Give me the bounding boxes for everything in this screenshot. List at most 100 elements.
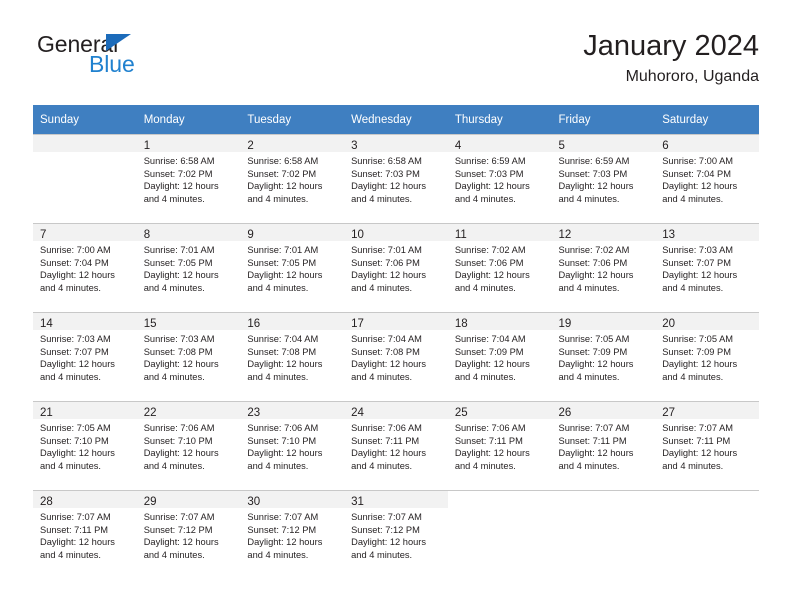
sunrise-text: Sunrise: 7:04 AM bbox=[247, 334, 319, 344]
day-number: 18 bbox=[454, 318, 468, 330]
sunset-text: Sunset: 7:10 PM bbox=[247, 435, 317, 446]
day-details: Sunrise: 7:05 AM Sunset: 7:09 PM Daylight:… bbox=[655, 330, 759, 383]
day-number: 7 bbox=[40, 229, 47, 241]
sunset-text: Sunset: 7:11 PM bbox=[558, 435, 627, 446]
calendar-day-cell[interactable]: 22 Sunrise: 7:06 AM Sunset: 7:10 PM Dayligh… bbox=[136, 401, 241, 490]
day-details: Sunrise: 7:04 AM Sunset: 7:09 PM Daylight:… bbox=[448, 330, 552, 383]
daylight-text-line2: and 4 minutes. bbox=[247, 371, 309, 382]
sunrise-text: Sunrise: 7:02 AM bbox=[558, 245, 630, 255]
day-number: 28 bbox=[40, 496, 53, 508]
calendar-day-cell[interactable]: 6 Sunrise: 7:00 AM Sunset: 7:04 PM Daylight… bbox=[655, 134, 759, 223]
calendar-day-cell[interactable]: 24 Sunrise: 7:06 AM Sunset: 7:11 PM Dayligh… bbox=[344, 401, 448, 490]
calendar-day-cell[interactable]: 3 Sunrise: 6:58 AM Sunset: 7:03 PM Daylight… bbox=[344, 134, 448, 223]
day-number: 8 bbox=[143, 229, 151, 241]
calendar-day-cell[interactable]: 26 Sunrise: 7:07 AM Sunset: 7:11 PM Dayligh… bbox=[551, 401, 656, 490]
calendar-day-cell[interactable]: 4 Sunrise: 6:59 AM Sunset: 7:03 PM Daylight… bbox=[447, 134, 552, 223]
daylight-text-line1: Daylight: 12 hours bbox=[454, 448, 530, 459]
weekday-header-row: Sunday Monday Tuesday Wednesday Thursday Frid… bbox=[33, 105, 759, 134]
day-number-bar: 22 bbox=[136, 402, 241, 419]
calendar-day-cell[interactable]: 28 Sunrise: 7:07 AM Sunset: 7:11 PM Dayligh… bbox=[33, 490, 137, 579]
daylight-text-line2: and 4 minutes. bbox=[247, 193, 309, 204]
calendar-day-cell[interactable]: 18 Sunrise: 7:04 AM Sunset: 7:09 PM Dayligh… bbox=[447, 312, 552, 401]
day-details: Sunrise: 7:07 AM Sunset: 7:12 PM Daylight:… bbox=[344, 508, 448, 561]
sunrise-text: Sunrise: 7:06 AM bbox=[247, 423, 319, 433]
sunset-text: Sunset: 7:04 PM bbox=[40, 257, 109, 268]
calendar-day-cell[interactable]: 5 Sunrise: 6:59 AM Sunset: 7:03 PM Daylight… bbox=[551, 134, 656, 223]
calendar-day-cell[interactable]: 16 Sunrise: 7:04 AM Sunset: 7:08 PM Dayligh… bbox=[240, 312, 345, 401]
sunrise-text: Sunrise: 6:59 AM bbox=[558, 156, 630, 166]
day-details: Sunrise: 7:07 AM Sunset: 7:11 PM Daylight:… bbox=[33, 508, 137, 561]
day-details: Sunrise: 6:58 AM Sunset: 7:02 PM Daylight:… bbox=[240, 152, 344, 205]
day-details: Sunrise: 7:01 AM Sunset: 7:05 PM Daylight:… bbox=[240, 241, 344, 294]
calendar-day-cell-empty bbox=[655, 490, 759, 579]
day-number-bar: 16 bbox=[240, 313, 345, 330]
daylight-text-line1: Daylight: 12 hours bbox=[351, 359, 427, 370]
daylight-text-line2: and 4 minutes. bbox=[247, 549, 309, 560]
sunset-text: Sunset: 7:11 PM bbox=[662, 435, 731, 446]
calendar-day-cell[interactable]: 14 Sunrise: 7:03 AM Sunset: 7:07 PM Dayligh… bbox=[33, 312, 137, 401]
sunset-text: Sunset: 7:05 PM bbox=[247, 257, 317, 268]
daylight-text-line1: Daylight: 12 hours bbox=[558, 448, 634, 459]
sunrise-text: Sunrise: 6:58 AM bbox=[143, 156, 215, 166]
sunset-text: Sunset: 7:03 PM bbox=[454, 168, 524, 179]
daylight-text-line1: Daylight: 12 hours bbox=[143, 448, 219, 459]
daylight-text-line1: Daylight: 12 hours bbox=[247, 270, 323, 281]
calendar-day-cell[interactable]: 1 Sunrise: 6:58 AM Sunset: 7:02 PM Daylight… bbox=[136, 134, 241, 223]
daylight-text-line2: and 4 minutes. bbox=[143, 549, 205, 560]
calendar-day-cell[interactable]: 23 Sunrise: 7:06 AM Sunset: 7:10 PM Dayligh… bbox=[240, 401, 345, 490]
calendar-day-cell[interactable]: 27 Sunrise: 7:07 AM Sunset: 7:11 PM Dayligh… bbox=[655, 401, 759, 490]
sunrise-text: Sunrise: 7:06 AM bbox=[351, 423, 422, 433]
calendar-day-cell[interactable]: 20 Sunrise: 7:05 AM Sunset: 7:09 PM Dayligh… bbox=[655, 312, 759, 401]
day-number: 1 bbox=[143, 140, 151, 152]
day-number: 11 bbox=[454, 229, 467, 241]
daylight-text-line2: and 4 minutes. bbox=[247, 460, 309, 471]
sunrise-text: Sunrise: 6:59 AM bbox=[454, 156, 526, 166]
calendar-day-cell[interactable]: 9 Sunrise: 7:01 AM Sunset: 7:05 PM Daylight… bbox=[240, 223, 345, 312]
calendar-day-cell[interactable]: 30 Sunrise: 7:07 AM Sunset: 7:12 PM Dayligh… bbox=[240, 490, 345, 579]
day-number-bar: 30 bbox=[240, 491, 345, 508]
day-number-bar bbox=[33, 135, 137, 152]
page-header: General Blue January 2024 Muhororo, Ugan… bbox=[33, 28, 759, 98]
day-number: 17 bbox=[351, 318, 364, 330]
calendar-day-cell[interactable]: 15 Sunrise: 7:03 AM Sunset: 7:08 PM Dayligh… bbox=[136, 312, 241, 401]
sunset-text: Sunset: 7:02 PM bbox=[247, 168, 317, 179]
day-number-bar: 14 bbox=[33, 313, 137, 330]
daylight-text-line1: Daylight: 12 hours bbox=[558, 270, 634, 281]
calendar-day-cell[interactable]: 12 Sunrise: 7:02 AM Sunset: 7:06 PM Dayligh… bbox=[551, 223, 656, 312]
calendar-day-cell[interactable]: 31 Sunrise: 7:07 AM Sunset: 7:12 PM Dayligh… bbox=[344, 490, 448, 579]
calendar-week-row: 7 Sunrise: 7:00 AM Sunset: 7:04 PM Daylight… bbox=[33, 223, 759, 312]
calendar-day-cell[interactable]: 21 Sunrise: 7:05 AM Sunset: 7:10 PM Dayligh… bbox=[33, 401, 137, 490]
calendar-day-cell[interactable]: 25 Sunrise: 7:06 AM Sunset: 7:11 PM Dayligh… bbox=[447, 401, 552, 490]
sunset-text: Sunset: 7:03 PM bbox=[351, 168, 420, 179]
calendar-day-cell[interactable]: 10 Sunrise: 7:01 AM Sunset: 7:06 PM Dayligh… bbox=[344, 223, 448, 312]
sunrise-text: Sunrise: 7:06 AM bbox=[454, 423, 526, 433]
general-blue-logo: General Blue bbox=[33, 32, 233, 88]
calendar-day-cell[interactable]: 11 Sunrise: 7:02 AM Sunset: 7:06 PM Dayligh… bbox=[447, 223, 552, 312]
calendar-day-cell[interactable]: 19 Sunrise: 7:05 AM Sunset: 7:09 PM Dayligh… bbox=[551, 312, 656, 401]
sunset-text: Sunset: 7:12 PM bbox=[143, 524, 213, 535]
day-number: 12 bbox=[558, 229, 572, 241]
day-number-bar: 5 bbox=[551, 135, 656, 152]
calendar-day-cell-empty bbox=[551, 490, 656, 579]
calendar-day-cell[interactable]: 2 Sunrise: 6:58 AM Sunset: 7:02 PM Daylight… bbox=[240, 134, 345, 223]
sunset-text: Sunset: 7:08 PM bbox=[143, 346, 213, 357]
day-number-bar: 28 bbox=[33, 491, 137, 508]
daylight-text-line2: and 4 minutes. bbox=[351, 371, 413, 382]
calendar-day-cell[interactable]: 17 Sunrise: 7:04 AM Sunset: 7:08 PM Dayligh… bbox=[344, 312, 448, 401]
sunset-text: Sunset: 7:09 PM bbox=[662, 346, 731, 357]
day-number-bar bbox=[448, 491, 552, 508]
calendar-day-cell[interactable]: 8 Sunrise: 7:01 AM Sunset: 7:05 PM Daylight… bbox=[136, 223, 241, 312]
calendar-day-cell[interactable]: 7 Sunrise: 7:00 AM Sunset: 7:04 PM Daylight… bbox=[33, 223, 137, 312]
day-number: 9 bbox=[247, 229, 254, 241]
sunset-text: Sunset: 7:11 PM bbox=[351, 435, 420, 446]
day-number-bar: 9 bbox=[240, 224, 345, 241]
sunrise-text: Sunrise: 7:05 AM bbox=[558, 334, 630, 344]
calendar-header-row: Sunday Monday Tuesday Wednesday Thursday Frid… bbox=[33, 105, 759, 134]
sunrise-text: Sunrise: 6:58 AM bbox=[351, 156, 422, 166]
day-details: Sunrise: 7:02 AM Sunset: 7:06 PM Daylight:… bbox=[552, 241, 656, 294]
logo-triangle-icon bbox=[106, 34, 131, 51]
daylight-text-line2: and 4 minutes. bbox=[40, 282, 101, 293]
calendar-day-cell[interactable]: 13 Sunrise: 7:03 AM Sunset: 7:07 PM Dayligh… bbox=[655, 223, 759, 312]
calendar-day-cell[interactable]: 29 Sunrise: 7:07 AM Sunset: 7:12 PM Dayligh… bbox=[136, 490, 241, 579]
sunrise-text: Sunrise: 7:01 AM bbox=[247, 245, 319, 255]
